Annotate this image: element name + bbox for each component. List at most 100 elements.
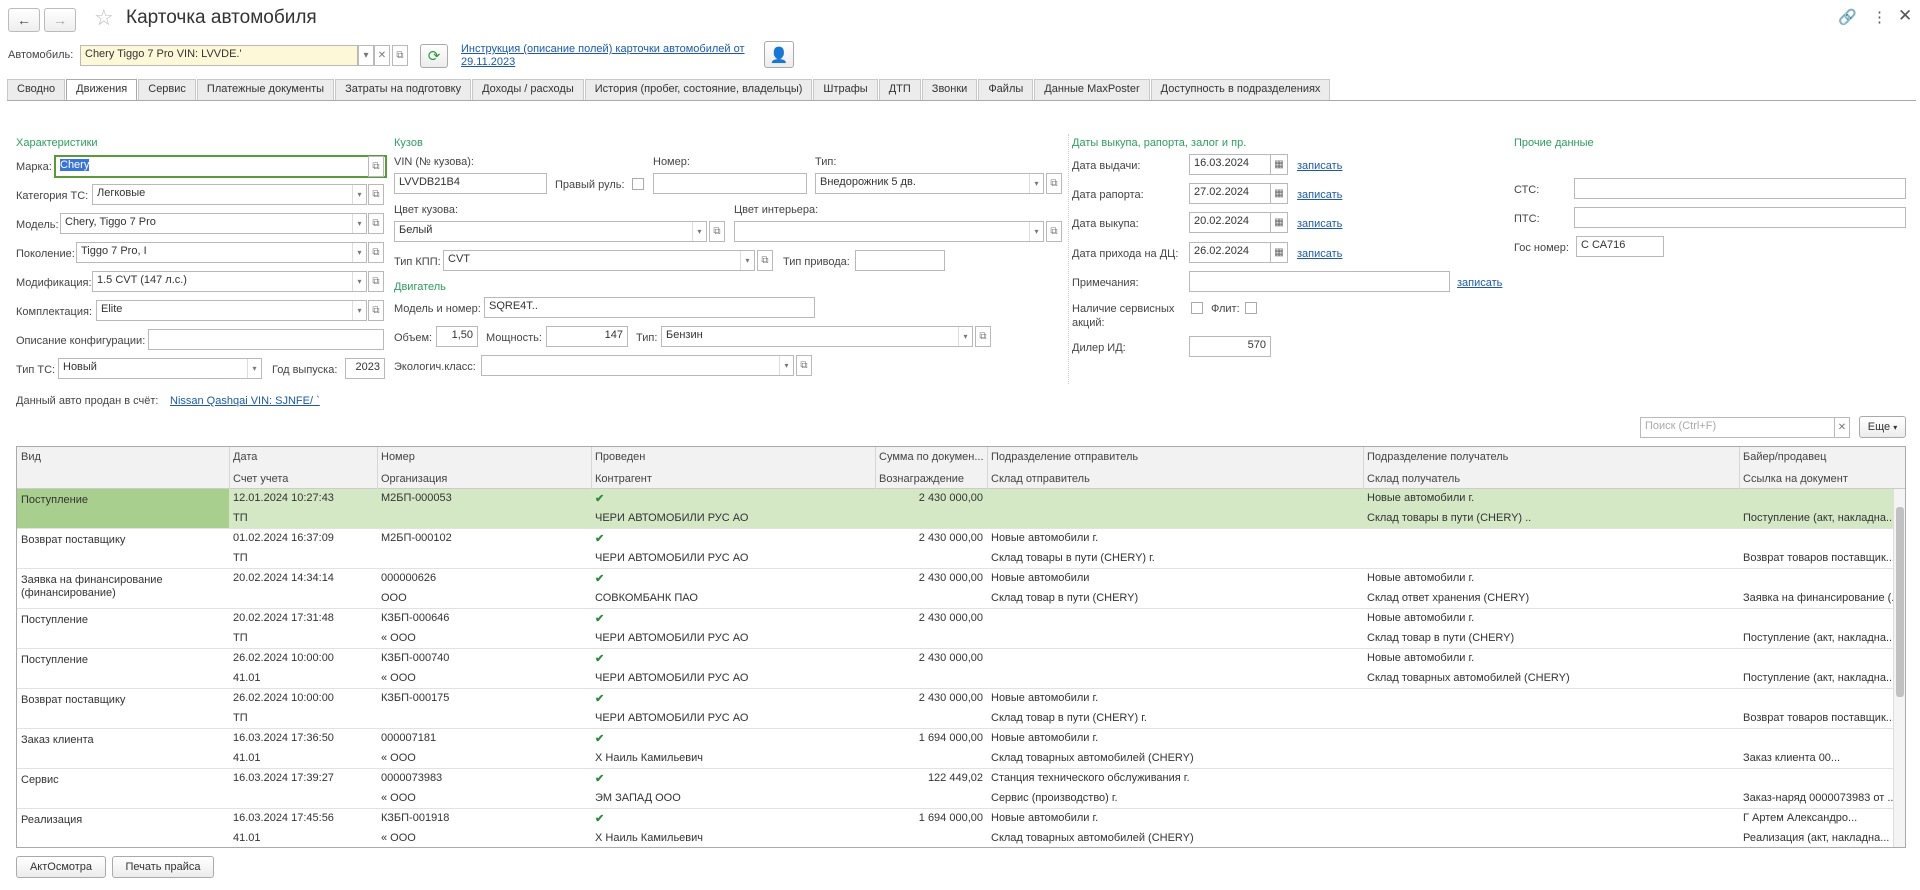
issue-calendar-icon[interactable]: ▦ xyxy=(1270,154,1288,175)
interior-color-field[interactable]: ▾ xyxy=(734,221,1044,242)
gearbox-dropdown[interactable]: ▾ xyxy=(740,251,754,270)
modification-open[interactable]: ⧉ xyxy=(368,271,384,292)
user-button[interactable]: 👤 xyxy=(764,41,794,68)
buyout-date-field[interactable]: 20.02.2024 xyxy=(1189,212,1272,233)
vin-field[interactable]: LVVDB21B4 xyxy=(394,173,547,194)
instruction-link[interactable]: Инструкция (описание полей) карточки авт… xyxy=(461,43,745,69)
column-header[interactable]: Дата xyxy=(229,451,257,463)
search-input[interactable]: Поиск (Ctrl+F) xyxy=(1640,417,1835,438)
tab-3[interactable]: Платежные документы xyxy=(196,79,335,100)
modification-field[interactable]: 1.5 CVT (147 л.с.) ▾ xyxy=(92,271,367,292)
buyout-write-link[interactable]: записать xyxy=(1297,218,1342,230)
column-header[interactable]: Номер xyxy=(377,451,415,463)
more-menu-icon[interactable]: ⋮ xyxy=(1872,8,1887,26)
table-row[interactable]: Заявка на финансирование (финансирование… xyxy=(17,569,1893,609)
gearbox-open[interactable]: ⧉ xyxy=(757,250,773,271)
buyout-calendar-icon[interactable]: ▦ xyxy=(1270,212,1288,233)
tab-10[interactable]: Файлы xyxy=(978,79,1034,100)
column-subheader[interactable]: Склад отправитель xyxy=(987,473,1090,485)
notes-field[interactable] xyxy=(1189,271,1450,292)
column-subheader[interactable]: Ссылка на документ xyxy=(1739,473,1848,485)
car-open-button[interactable]: ⧉ xyxy=(392,45,408,66)
column-header[interactable]: Подразделение отправитель xyxy=(987,451,1138,463)
category-dropdown[interactable]: ▾ xyxy=(352,185,366,204)
tab-5[interactable]: Доходы / расходы xyxy=(472,79,584,100)
table-row[interactable]: Поступление 26.02.2024 10:00:00 КЗБП-00074… xyxy=(17,649,1893,689)
report-write-link[interactable]: записать xyxy=(1297,189,1342,201)
tab-1[interactable]: Движения xyxy=(66,79,138,101)
body-type-dropdown[interactable]: ▾ xyxy=(1029,174,1043,193)
generation-open[interactable]: ⧉ xyxy=(368,242,384,263)
tab-12[interactable]: Доступность в подразделениях xyxy=(1150,79,1331,100)
drive-field[interactable] xyxy=(855,250,945,271)
fleet-checkbox[interactable] xyxy=(1245,302,1257,314)
right-wheel-checkbox[interactable] xyxy=(632,178,644,190)
close-icon[interactable]: ✕ xyxy=(1898,6,1912,26)
tab-7[interactable]: Штрафы xyxy=(813,79,878,100)
table-row[interactable]: Возврат поставщику 26.02.2024 10:00:00 КЗБ… xyxy=(17,689,1893,729)
vertical-scrollbar[interactable] xyxy=(1893,489,1905,847)
dealer-field[interactable]: 570 xyxy=(1189,336,1271,357)
column-subheader[interactable]: Счет учета xyxy=(229,473,288,485)
link-icon[interactable]: 🔗 xyxy=(1838,8,1857,26)
gearbox-field[interactable]: CVT ▾ xyxy=(443,250,755,271)
generation-dropdown[interactable]: ▾ xyxy=(352,243,366,262)
eco-dropdown[interactable]: ▾ xyxy=(779,356,793,375)
model-open[interactable]: ⧉ xyxy=(368,213,384,234)
equipment-open[interactable]: ⧉ xyxy=(368,300,384,321)
report-calendar-icon[interactable]: ▦ xyxy=(1270,183,1288,204)
category-open[interactable]: ⧉ xyxy=(368,184,384,205)
scroll-thumb[interactable] xyxy=(1896,507,1904,697)
column-header[interactable]: Вид xyxy=(17,451,41,463)
year-field[interactable]: 2023 xyxy=(345,358,385,379)
sts-field[interactable] xyxy=(1574,178,1906,199)
engine-model-field[interactable]: SQRE4T.. xyxy=(484,297,815,318)
column-subheader[interactable]: Контрагент xyxy=(591,473,652,485)
equipment-dropdown[interactable]: ▾ xyxy=(352,301,366,320)
body-type-field[interactable]: Внедорожник 5 дв. ▾ xyxy=(815,173,1044,194)
config-desc-field[interactable] xyxy=(148,329,384,350)
search-clear-button[interactable]: ✕ xyxy=(1834,417,1850,438)
table-row[interactable]: Реализация 16.03.2024 17:45:56 КЗБП-001918… xyxy=(17,809,1893,847)
issue-date-field[interactable]: 16.03.2024 xyxy=(1189,154,1272,175)
notes-write-link[interactable]: записать xyxy=(1457,277,1502,289)
interior-color-open[interactable]: ⧉ xyxy=(1046,221,1062,242)
table-row[interactable]: Поступление 20.02.2024 17:31:48 КЗБП-00064… xyxy=(17,609,1893,649)
column-subheader[interactable]: Вознаграждение xyxy=(875,473,964,485)
interior-color-dropdown[interactable]: ▾ xyxy=(1029,222,1043,241)
pts-field[interactable] xyxy=(1574,207,1906,228)
model-field[interactable]: Chery, Tiggo 7 Pro ▾ xyxy=(60,213,367,234)
star-icon[interactable]: ☆ xyxy=(94,5,114,31)
more-button[interactable]: Еще ▾ xyxy=(1859,416,1906,438)
report-date-field[interactable]: 27.02.2024 xyxy=(1189,183,1272,204)
model-dropdown[interactable]: ▾ xyxy=(352,214,366,233)
issue-write-link[interactable]: записать xyxy=(1297,160,1342,172)
tab-11[interactable]: Данные MaxPoster xyxy=(1034,79,1150,100)
equipment-field[interactable]: Elite ▾ xyxy=(96,300,367,321)
column-header[interactable]: Проведен xyxy=(591,451,645,463)
column-subheader[interactable]: Склад получатель xyxy=(1363,473,1460,485)
arrival-calendar-icon[interactable]: ▦ xyxy=(1270,242,1288,263)
fuel-type-open[interactable]: ⧉ xyxy=(975,326,991,347)
car-dropdown-button[interactable]: ▾ xyxy=(358,45,374,66)
refresh-button[interactable]: ⟳ xyxy=(420,44,448,68)
body-color-field[interactable]: Белый ▾ xyxy=(394,221,707,242)
column-subheader[interactable]: Организация xyxy=(377,473,447,485)
tab-2[interactable]: Сервис xyxy=(138,79,196,100)
tab-9[interactable]: Звонки xyxy=(921,79,978,100)
body-type-open[interactable]: ⧉ xyxy=(1046,173,1062,194)
category-field[interactable]: Легковые ▾ xyxy=(92,184,367,205)
brand-field[interactable]: Chery▾ xyxy=(54,155,387,178)
vehicle-type-field[interactable]: Новый ▾ xyxy=(58,358,262,379)
body-color-dropdown[interactable]: ▾ xyxy=(692,222,706,241)
eco-open[interactable]: ⧉ xyxy=(796,355,812,376)
arrival-write-link[interactable]: записать xyxy=(1297,248,1342,260)
modification-dropdown[interactable]: ▾ xyxy=(352,272,366,291)
service-actions-checkbox[interactable] xyxy=(1191,302,1203,314)
sold-link[interactable]: Nissan Qashqai VIN: SJNFE/ ` xyxy=(170,395,320,407)
arrival-date-field[interactable]: 26.02.2024 xyxy=(1189,242,1272,263)
vehicle-type-dropdown[interactable]: ▾ xyxy=(247,359,261,378)
car-clear-button[interactable]: ✕ xyxy=(374,45,390,66)
tab-8[interactable]: ДТП xyxy=(878,79,921,100)
table-row[interactable]: Поступление 12.01.2024 10:27:43 М2БП-00005… xyxy=(17,489,1893,529)
